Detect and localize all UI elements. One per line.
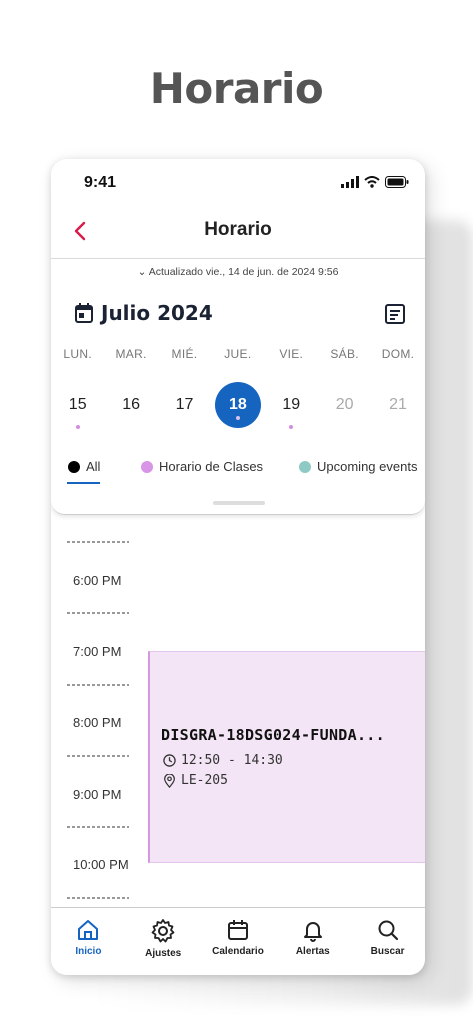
weekday-label: VIE. [279,347,304,361]
updated-label[interactable]: ⌄ Actualizado vie., 14 de jun. de 2024 9… [51,266,425,278]
tab-inicio[interactable]: Inicio [51,908,126,975]
filter-label: All [86,459,101,474]
day-18-selected[interactable]: 18 [211,381,264,429]
day-20[interactable]: 20 [318,381,371,429]
half-hour-divider [67,684,129,686]
tab-label: Alertas [295,946,330,957]
updated-text: Actualizado vie., 14 de jun. de 2024 9:5… [148,266,339,278]
battery-icon [385,176,409,188]
hour-label: 8:00 PM [73,715,122,730]
event-location: LE-205 [181,773,228,788]
bell-icon [303,922,322,942]
calendar-icon [75,303,93,323]
event-dot [235,416,240,420]
hour-label: 6:00 PM [73,573,122,588]
status-time: 9:41 [84,174,117,191]
filter-label: Horario de Clases [159,459,264,474]
calendar-icon [227,920,248,940]
chevron-down-icon: ⌄ [137,266,149,278]
event-time: 12:50 - 14:30 [181,753,283,768]
filter-horario-clases[interactable]: Horario de Clases [141,459,263,474]
hour-label: 7:00 PM [73,644,122,659]
status-bar: 9:41 [51,159,425,203]
filter-upcoming-swatch [299,460,311,473]
page-title: Horario [149,64,324,113]
half-hour-divider [67,755,129,757]
event-card[interactable]: DISGRA-18DSG024-FUNDA... 12:50 - 14:30 L… [148,651,425,863]
search-icon [378,920,398,941]
day-16[interactable]: 16 [104,381,157,429]
event-dot [289,425,294,429]
day-19[interactable]: 19 [265,381,318,429]
tab-bar: Inicio Ajustes Calendario Alertas Buscar [51,907,425,975]
day-17[interactable]: 17 [158,381,211,429]
half-hour-divider [67,541,129,543]
home-icon [78,920,99,940]
wifi-icon [364,176,380,188]
filter-bar: All Horario de Clases Upcoming events [51,459,425,489]
day-number: 17 [175,396,194,413]
tab-alertas[interactable]: Alertas [275,908,350,975]
signal-icon [341,176,359,188]
tab-label: Inicio [75,946,102,957]
nav-header: Horario [51,209,425,259]
day-number: 15 [68,396,87,413]
tab-label: Ajustes [145,948,182,959]
half-hour-divider [67,897,129,899]
tab-calendario[interactable]: Calendario [201,908,276,975]
month-selector[interactable]: Julio 2024 [75,301,213,325]
weekday-label: DOM. [381,347,415,361]
half-hour-divider [67,826,129,828]
weekday-label: LUN. [63,347,92,361]
clock-icon [163,754,176,767]
day-number: 16 [122,396,140,413]
tab-ajustes[interactable]: Ajustes [126,908,201,975]
weekday-label: MIÉ. [171,347,198,361]
event-title: DISGRA-18DSG024-FUNDA... [161,726,385,744]
weekday-label: MAR. [115,347,147,361]
header-title: Horario [204,219,272,240]
day-number: 18 [228,396,247,413]
weekday-header: LUN. MAR. MIÉ. JUE. VIE. SÁB. DOM. [51,347,425,361]
hour-label: 9:00 PM [73,787,122,802]
tab-label: Calendario [212,946,264,957]
tab-buscar[interactable]: Buscar [350,908,425,975]
week-days: 15 16 17 18 19 20 21 [51,381,425,429]
filter-all-swatch [68,460,80,473]
event-location-row: LE-205 [163,773,228,788]
weekday-label: JUE. [224,347,252,361]
hour-label: 10:00 PM [73,857,129,872]
drag-handle[interactable] [213,501,265,505]
day-number: 21 [389,396,407,413]
event-time-row: 12:50 - 14:30 [163,753,283,768]
filter-label: Upcoming events [317,459,418,474]
status-icons [341,176,409,188]
weekday-label: SÁB. [330,347,359,361]
day-number: 19 [282,396,301,413]
location-pin-icon [164,773,175,788]
list-view-icon[interactable] [385,304,405,324]
filter-all[interactable]: All [68,459,100,474]
month-label: Julio 2024 [101,301,213,325]
event-dot [75,425,80,429]
filter-clases-swatch [141,460,153,473]
day-21[interactable]: 21 [371,381,424,429]
day-number: 20 [335,396,354,413]
tab-label: Buscar [370,946,405,957]
phone-screen: 9:41 Horario ⌄ Actualizado vie., 14 de j… [51,159,425,975]
filter-active-underline [67,482,100,484]
gear-icon [151,919,175,943]
half-hour-divider [67,612,129,614]
day-15[interactable]: 15 [51,381,104,429]
filter-upcoming-events[interactable]: Upcoming events [299,459,417,474]
